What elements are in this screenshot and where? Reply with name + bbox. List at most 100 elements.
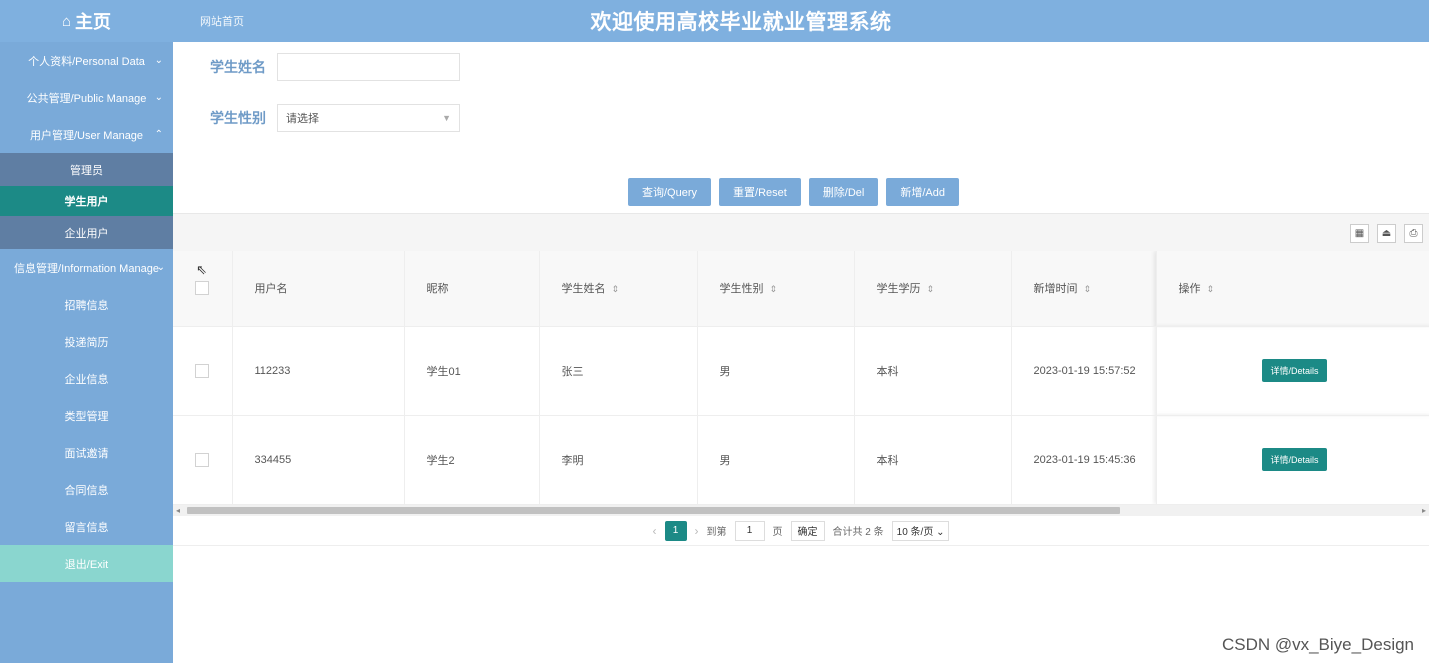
sidebar-item-public-manage[interactable]: 公共管理/Public Manage ⌄ [0,79,173,116]
student-name-cell: 张三 [539,326,698,416]
columns-icon[interactable]: ▦ [1350,224,1369,243]
page-title: 欢迎使用高校毕业就业管理系统 [590,11,892,34]
data-table: 用户名 昵称 学生姓名 ⇕ 学生性别 ⇕ 学生学历 ⇕ 新增时间 ⇕ 操作 ⇕ 11223… [173,251,1429,505]
home-icon: ⌂ [61,12,72,30]
student-name-label: 学生姓名 [210,59,266,75]
student-gender-select[interactable]: 请选择 ▼ [277,104,460,132]
sidebar-item-messages[interactable]: 留言信息 [0,508,173,545]
page-unit-label: 页 [772,527,783,538]
sidebar-item-company-users[interactable]: 企业用户 [0,216,173,249]
action-buttons: 查询/Query 重置/Reset 删除/Del 新增/Add [628,178,960,206]
sidebar-item-contracts[interactable]: 合同信息 [0,471,173,508]
goto-label: 到第 [706,527,727,538]
goto-page-input[interactable]: 1 [734,520,765,541]
home-link[interactable]: ⌂ 主页 [0,0,173,42]
row-checkbox[interactable] [195,363,210,378]
student-name-input[interactable] [277,53,460,81]
prev-page-icon[interactable]: ‹ [653,524,657,538]
sidebar-item-job-postings[interactable]: 招聘信息 [0,286,173,323]
table-tools: ▦ ⏏ ⎙ [1350,224,1423,243]
table-row: 112233 学生01 张三 男 本科 2023-01-19 15:57:52 … [173,326,1429,416]
sort-icon[interactable]: ⇕ [927,284,935,294]
top-header: ⌂ 主页 网站首页 欢迎使用高校毕业就业管理系统 [0,0,1429,42]
sidebar-item-resumes[interactable]: 投递简历 [0,323,173,360]
sidebar-item-label: 退出/Exit [64,558,109,571]
sidebar-item-label: 企业信息 [64,373,109,386]
search-gender-row: 学生性别 请选择 ▼ [173,104,460,132]
add-button[interactable]: 新增/Add [886,178,960,206]
goto-confirm-button[interactable]: 确定 [790,520,825,541]
scroll-right-icon[interactable]: ▸ [1422,505,1426,516]
column-header[interactable]: 学生性别 ⇕ [697,251,855,327]
current-page-button[interactable]: 1 [664,520,687,541]
query-button[interactable]: 查询/Query [628,178,712,206]
caret-down-icon: ▼ [442,113,451,123]
chevron-down-icon: ⌄ [156,262,165,273]
scrollbar-thumb[interactable] [187,507,1120,514]
sidebar: 个人资料/Personal Data ⌄ 公共管理/Public Manage … [0,42,173,663]
sidebar-item-label: 合同信息 [64,484,109,497]
sort-icon[interactable]: ⇕ [1207,284,1215,294]
scroll-left-icon[interactable]: ◂ [176,505,180,516]
actions-cell: 详情/Details [1156,415,1429,505]
column-header[interactable]: 学生学历 ⇕ [854,251,1012,327]
row-select-cell [173,415,233,505]
sidebar-item-label: 投递简历 [64,336,109,349]
username-cell: 334455 [232,415,405,505]
sidebar-item-label: 面试邀请 [64,447,109,460]
sidebar-item-admins[interactable]: 管理员 [0,153,173,186]
sidebar-item-information-manage[interactable]: 信息管理/Information Manage ⌄ [0,249,173,286]
main-content: 学生姓名 学生性别 请选择 ▼ 查询/Query 重置/Reset 删除/Del… [173,42,1429,663]
pagination: ‹ 1 › 到第 1 页 确定 合计共 2 条 10 条/页 ⌄ [173,516,1429,546]
sort-icon[interactable]: ⇕ [770,284,778,294]
sidebar-item-type-manage[interactable]: 类型管理 [0,397,173,434]
export-icon[interactable]: ⏏ [1377,224,1396,243]
education-cell: 本科 [854,326,1012,416]
sidebar-item-label: 公共管理/Public Manage [26,92,147,105]
sidebar-item-label: 企业用户 [64,227,109,240]
created-time-cell: 2023-01-19 15:57:52 [1011,326,1157,416]
sidebar-item-label: 信息管理/Information Manage [14,262,159,275]
mouse-cursor-icon: ⇖ [196,262,207,277]
column-header[interactable]: 新增时间 ⇕ [1011,251,1157,327]
actions-cell: 详情/Details [1156,326,1429,416]
row-checkbox[interactable] [195,452,210,467]
delete-button[interactable]: 删除/Del [808,178,879,206]
created-time-cell: 2023-01-19 15:45:36 [1011,415,1157,505]
column-header-label: 操作 [1178,283,1201,296]
chevron-down-icon: ⌄ [154,92,163,103]
sidebar-item-label: 留言信息 [64,521,109,534]
details-button[interactable]: 详情/Details [1262,448,1327,471]
next-page-icon[interactable]: › [695,524,699,538]
sidebar-item-user-manage[interactable]: 用户管理/User Manage ⌃ [0,116,173,153]
column-header[interactable]: 学生姓名 ⇕ [539,251,698,327]
search-name-row: 学生姓名 [173,53,460,81]
print-icon[interactable]: ⎙ [1404,224,1423,243]
select-all-checkbox[interactable] [195,281,210,296]
row-select-cell [173,326,233,416]
education-cell: 本科 [854,415,1012,505]
sort-icon[interactable]: ⇕ [612,284,620,294]
sidebar-item-student-users[interactable]: 学生用户 [0,186,173,216]
sidebar-item-label: 用户管理/User Manage [29,129,144,142]
data-table-wrapper: 用户名 昵称 学生姓名 ⇕ 学生性别 ⇕ 学生学历 ⇕ 新增时间 ⇕ 操作 ⇕ 11223… [173,251,1429,505]
column-header[interactable]: 操作 ⇕ [1156,251,1429,327]
table-toolbar: ▦ ⏏ ⎙ [173,213,1429,251]
sidebar-item-exit[interactable]: 退出/Exit [0,545,173,582]
username-cell: 112233 [232,326,405,416]
column-header-label: 学生姓名 [561,283,606,296]
reset-button[interactable]: 重置/Reset [719,178,801,206]
sidebar-item-label: 学生用户 [64,196,109,208]
page-size-select[interactable]: 10 条/页 ⌄ [891,520,950,541]
sidebar-item-interview-invites[interactable]: 面试邀请 [0,434,173,471]
sidebar-item-company-info[interactable]: 企业信息 [0,360,173,397]
column-header: 昵称 [404,251,540,327]
column-header: 用户名 [232,251,405,327]
sort-icon[interactable]: ⇕ [1084,284,1092,294]
student-name-cell: 李明 [539,415,698,505]
sidebar-item-personal-data[interactable]: 个人资料/Personal Data ⌄ [0,42,173,79]
details-button[interactable]: 详情/Details [1262,359,1327,382]
gender-cell: 男 [697,415,855,505]
horizontal-scrollbar[interactable]: ◂ ▸ [173,505,1429,516]
chevron-up-icon: ⌃ [154,129,163,140]
